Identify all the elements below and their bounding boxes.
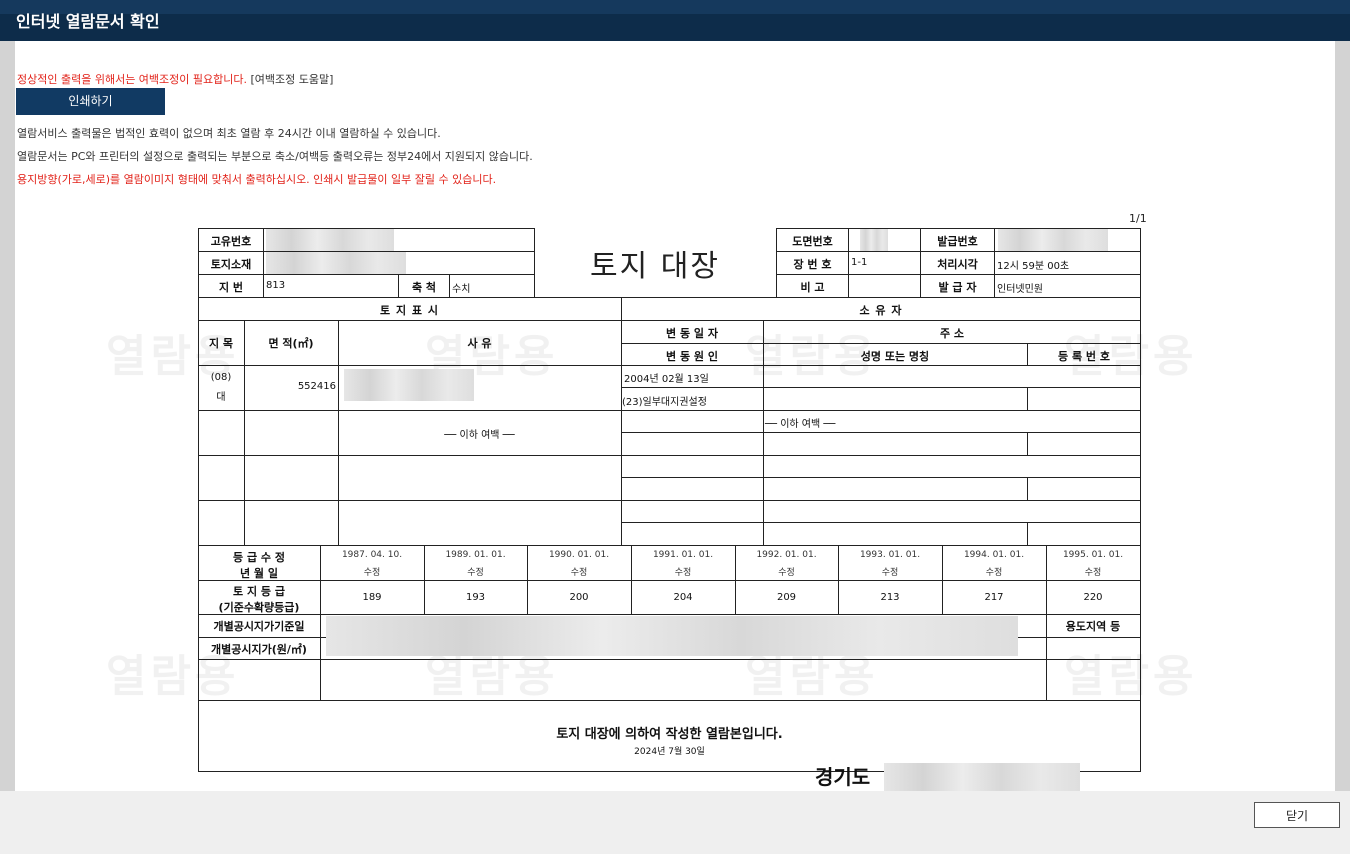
close-button[interactable]: 닫기 [1254,802,1340,828]
location-label: 토지소재 [210,258,252,271]
reg-no-label: 등 록 번 호 [1058,350,1110,363]
issuer-label: 발 급 자 [938,281,977,294]
grade-note: 수정 [1084,568,1102,578]
map-no-label: 도면번호 [792,235,833,248]
grade-date: 1995. 01. 01. [1062,550,1124,560]
reason-label: 사 유 [467,337,492,350]
land-grade-label-1: 토 지 등 급 [233,585,285,598]
category-name: 대 [216,392,226,403]
land-grade-label-2: (기준수확량등급) [218,601,300,614]
grade-revision-label-1: 등 급 수 정 [233,551,285,564]
grade-value: 209 [776,592,797,603]
owner-section-title: 소 유 자 [859,304,903,317]
change-cause-value: (23)일부대지권설정 [622,397,707,408]
notice-line-2: 열람문서는 PC와 프린터의 설정으로 출력되는 부분으로 축소/여백등 출력오… [17,150,533,163]
process-time-value: 12시 59분 00초 [997,261,1070,272]
redacted-issue-no [998,229,1108,251]
redacted-unique-no [266,229,394,251]
lot-no-value: 813 [266,280,286,291]
margin-notice: 정상적인 출력을 위해서는 여백조정이 필요합니다. [여백조정 도움말] [17,71,333,87]
base-date-label: 개별공시지가기준일 [213,620,305,633]
area-label: 면 적(㎡) [268,337,314,350]
redacted-authority [884,763,1080,791]
zone-label: 용도지역 등 [1065,620,1121,633]
grade-value: 204 [673,592,693,603]
grade-date: 1994. 01. 01. [963,550,1025,560]
grade-note: 수정 [778,568,795,578]
issuing-authority: 경기도 [815,765,871,789]
redacted-reason [344,369,474,401]
page-number: 1/1 [1129,212,1147,225]
land-section-title: 토 지 표 시 [380,304,439,317]
margin-help-link[interactable]: [여백조정 도움말] [251,73,334,86]
unique-no-label: 고유번호 [210,235,252,248]
document-title: 토지 대장 [590,249,720,284]
redacted-price-data [326,616,1018,656]
grade-note: 수정 [881,568,899,578]
grade-value: 189 [362,592,382,603]
notice-line-3: 용지방향(가로,세로)를 열람이미지 형태에 맞춰서 출력하십시오. 인쇄시 발… [17,173,497,186]
remark-label: 비 고 [800,281,825,294]
print-button[interactable]: 인쇄하기 [16,88,165,115]
lot-no-label: 지 번 [218,281,244,294]
grade-note: 수정 [674,568,692,578]
category-label: 지 목 [208,337,234,350]
land-register-document: 열람용 열람용 열람용 열람용 열람용 열람용 열람용 열람용 고유번호 토지소… [106,228,1193,791]
change-date-label: 변 동 일 자 [666,327,718,340]
grade-value: 200 [569,592,589,603]
owner-blank-marker: ── 이하 여백 ── [765,419,836,430]
document-statement: 토지 대장에 의하여 작성한 열람본입니다. [556,727,783,742]
grade-value: 213 [880,592,900,603]
grade-date: 1989. 01. 01. [445,550,506,560]
grade-value: 220 [1083,592,1103,603]
category-code: (08) [210,372,232,383]
area-value: 552416 [297,381,336,392]
issue-date: 2024년 7월 30일 [634,747,705,757]
land-blank-marker: ── 이하 여백 ── [444,430,515,441]
margin-warning-text: 정상적인 출력을 위해서는 여백조정이 필요합니다. [17,73,248,86]
watermark: 열람용 [1064,651,1198,702]
issuer-value: 인터넷민원 [997,284,1043,295]
process-time-label: 처리시각 [937,258,978,271]
window-title: 인터넷 열람문서 확인 [16,12,160,31]
redacted-map-no [860,229,888,251]
issue-no-label: 발급번호 [937,235,978,248]
change-date-value: 2004년 02월 13일 [624,374,709,385]
bottom-bar [0,791,1350,854]
grade-note: 수정 [985,568,1003,578]
scale-label: 축 척 [411,281,437,294]
grade-date: 1987. 04. 10. [341,550,403,560]
sheet-no-value: 1-1 [851,257,868,268]
grade-date: 1990. 01. 01. [548,550,610,560]
notice-line-1: 열람서비스 출력물은 법적인 효력이 없으며 최초 열람 후 24시간 이내 열… [17,127,441,140]
grade-date: 1991. 01. 01. [652,550,714,560]
grade-note: 수정 [363,568,381,578]
redacted-location [266,252,406,274]
price-label: 개별공시지가(원/㎡) [211,643,307,656]
grade-value: 217 [984,592,1004,603]
scale-value: 수치 [452,284,471,295]
grade-date: 1993. 01. 01. [859,550,921,560]
document-viewer[interactable]: 정상적인 출력을 위해서는 여백조정이 필요합니다. [여백조정 도움말] 인쇄… [15,41,1335,791]
name-label: 성명 또는 명칭 [860,350,930,363]
change-cause-label: 변 동 원 인 [666,350,718,363]
grade-date: 1992. 01. 01. [756,550,817,560]
grade-note: 수정 [570,568,588,578]
address-label: 주 소 [939,327,965,340]
grade-value: 193 [465,592,486,603]
title-bar-accent [0,0,1350,14]
sheet-no-label: 장 번 호 [793,258,832,271]
grade-revision-label-2: 년 월 일 [239,567,279,580]
grade-note: 수정 [467,568,484,578]
title-bar: 인터넷 열람문서 확인 [0,0,1350,41]
